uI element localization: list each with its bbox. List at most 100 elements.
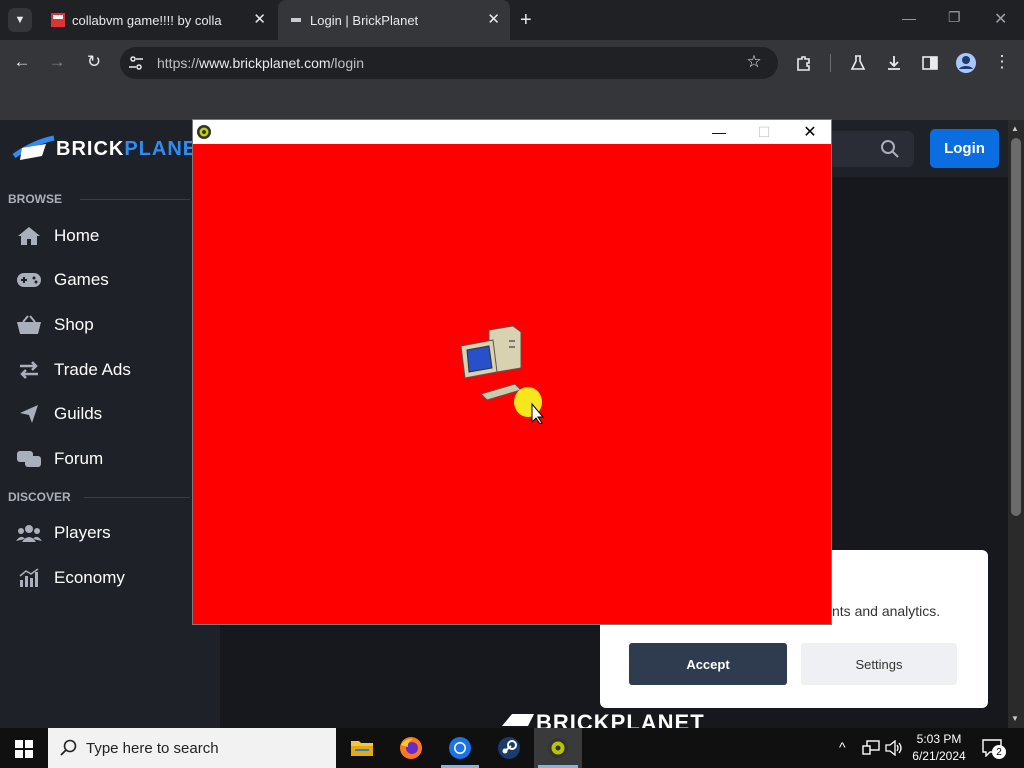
section-divider <box>84 497 190 498</box>
overlay-close-button[interactable]: ✕ <box>787 120 833 144</box>
download-icon[interactable] <box>885 54 903 72</box>
clock-time: 5:03 PM <box>916 732 962 746</box>
gear-app-icon <box>197 125 211 139</box>
site-settings-icon[interactable] <box>128 55 144 71</box>
comments-icon <box>16 449 42 469</box>
sidebar-item-economy[interactable]: Economy <box>16 568 125 588</box>
chevron-up-icon[interactable]: ^ <box>839 739 846 755</box>
url-text[interactable]: https://www.brickplanet.com/login <box>157 55 364 71</box>
minimize-button[interactable]: — <box>902 10 916 26</box>
search-icon <box>60 739 77 756</box>
section-title-browse: BROWSE <box>8 192 62 206</box>
close-icon[interactable]: ✕ <box>487 10 500 28</box>
sidebar-item-shop[interactable]: Shop <box>16 315 94 335</box>
tab-collabvm[interactable]: collabvm game!!!! by collabgame ✕ <box>40 0 276 40</box>
taskbar-search-placeholder: Type here to search <box>86 739 219 757</box>
swap-icon <box>16 360 42 380</box>
login-button[interactable]: Login <box>930 129 999 168</box>
sidebar-item-label: Economy <box>54 568 125 587</box>
section-divider <box>80 199 190 200</box>
sidebar-item-label: Players <box>54 523 111 542</box>
overlay-minimize-button[interactable]: — <box>696 120 742 144</box>
browser-menu-icon[interactable]: ⋮ <box>991 52 1013 72</box>
taskbar-steam[interactable] <box>485 728 533 768</box>
url-host: www.brickplanet.com <box>199 55 331 71</box>
firefox-icon <box>400 737 422 759</box>
gamepad-icon <box>16 271 42 289</box>
overlay-window-titlebar[interactable]: — ☐ ✕ <box>193 120 831 144</box>
logo-text: BRICKPLANET <box>56 138 210 161</box>
scroll-down-arrow-icon[interactable]: ▼ <box>1011 714 1019 723</box>
extensions-icon[interactable] <box>795 54 813 72</box>
back-arrow-icon[interactable]: ← <box>11 52 33 72</box>
url-path: /login <box>330 55 364 71</box>
sidebar-item-label: Guilds <box>54 404 103 423</box>
sidebar-item-forum[interactable]: Forum <box>16 449 103 469</box>
sidebar-item-guilds[interactable]: Guilds <box>16 404 102 424</box>
overlay-window[interactable]: — ☐ ✕ <box>192 119 832 625</box>
network-icon[interactable] <box>862 740 880 756</box>
flag-icon <box>16 404 42 424</box>
windows-start-icon[interactable] <box>15 740 33 758</box>
volume-icon[interactable] <box>885 740 903 756</box>
url-scheme: https:// <box>157 55 200 71</box>
sidebar-item-label: Trade Ads <box>54 360 131 379</box>
users-icon <box>16 523 42 543</box>
collabvm-favicon-icon <box>51 13 65 27</box>
folder-icon <box>351 741 373 756</box>
brickplanet-logo[interactable]: BRICKPLANET <box>12 134 210 164</box>
scroll-up-arrow-icon[interactable]: ▲ <box>1011 124 1019 133</box>
accept-button[interactable]: Accept <box>629 643 787 685</box>
close-icon[interactable]: ✕ <box>253 10 266 28</box>
bookmark-star-icon[interactable]: ☆ <box>743 52 765 72</box>
notification-badge: 2 <box>992 745 1006 759</box>
taskbar-firefox[interactable] <box>387 728 435 768</box>
profile-avatar-icon[interactable] <box>955 52 977 74</box>
notification-center-button[interactable]: 2 <box>982 739 1006 759</box>
browser-tab-bar: ▼ collabvm game!!!! by collabgame ✕ Logi… <box>0 0 1024 40</box>
restore-button[interactable]: ❐ <box>948 9 961 26</box>
svg-text:BRICKPLANET: BRICKPLANET <box>536 712 705 728</box>
logo-brick: BRICK <box>56 137 125 160</box>
taskbar-gear-app[interactable] <box>534 728 582 768</box>
clock-date: 6/21/2024 <box>912 749 966 763</box>
sidebar-item-label: Games <box>54 270 109 289</box>
window-close-button[interactable]: ✕ <box>994 9 1007 29</box>
scrollbar-thumb[interactable] <box>1011 138 1021 516</box>
home-icon <box>16 226 42 246</box>
overlay-maximize-button[interactable]: ☐ <box>741 120 787 144</box>
taskbar-clock[interactable]: 5:03 PM 6/21/2024 <box>904 731 974 765</box>
tab-brickplanet[interactable]: Login | BrickPlanet ✕ <box>278 0 510 40</box>
sidebar-item-label: Shop <box>54 315 94 334</box>
sidebar-item-label: Forum <box>54 449 104 468</box>
sidebar-item-games[interactable]: Games <box>16 270 109 290</box>
new-tab-button[interactable]: + <box>520 9 532 32</box>
taskbar-search-box[interactable]: Type here to search <box>48 728 336 768</box>
sidebar-item-home[interactable]: Home <box>16 226 99 246</box>
basket-icon <box>16 315 42 335</box>
chart-icon <box>16 568 42 588</box>
cursor-highlight-icon <box>514 387 545 424</box>
sidebar <box>0 120 220 728</box>
taskbar-file-explorer[interactable] <box>338 728 386 768</box>
cookie-text: nts and analytics. <box>832 603 941 619</box>
search-icon[interactable] <box>880 139 900 159</box>
sidebar-item-players[interactable]: Players <box>16 523 111 543</box>
forward-arrow-icon[interactable]: → <box>46 52 68 72</box>
toolbar-divider <box>830 54 831 72</box>
gear-app-icon <box>548 738 568 758</box>
sidebar-item-label: Home <box>54 226 100 245</box>
settings-button[interactable]: Settings <box>801 643 957 685</box>
taskbar-chrome[interactable] <box>436 728 484 768</box>
side-panel-icon[interactable] <box>921 54 939 72</box>
tab-label: collabvm game!!!! by collabgame <box>72 13 222 28</box>
sidebar-item-trade-ads[interactable]: Trade Ads <box>16 360 131 380</box>
reload-icon[interactable]: ↻ <box>83 52 105 72</box>
chrome-icon <box>449 737 471 759</box>
steam-icon <box>498 737 520 759</box>
tab-label: Login | BrickPlanet <box>310 13 419 28</box>
planet-logo-icon <box>12 135 55 160</box>
tab-search-button[interactable]: ▼ <box>8 8 32 32</box>
section-title-discover: DISCOVER <box>8 490 71 504</box>
labs-flask-icon[interactable] <box>849 54 867 72</box>
